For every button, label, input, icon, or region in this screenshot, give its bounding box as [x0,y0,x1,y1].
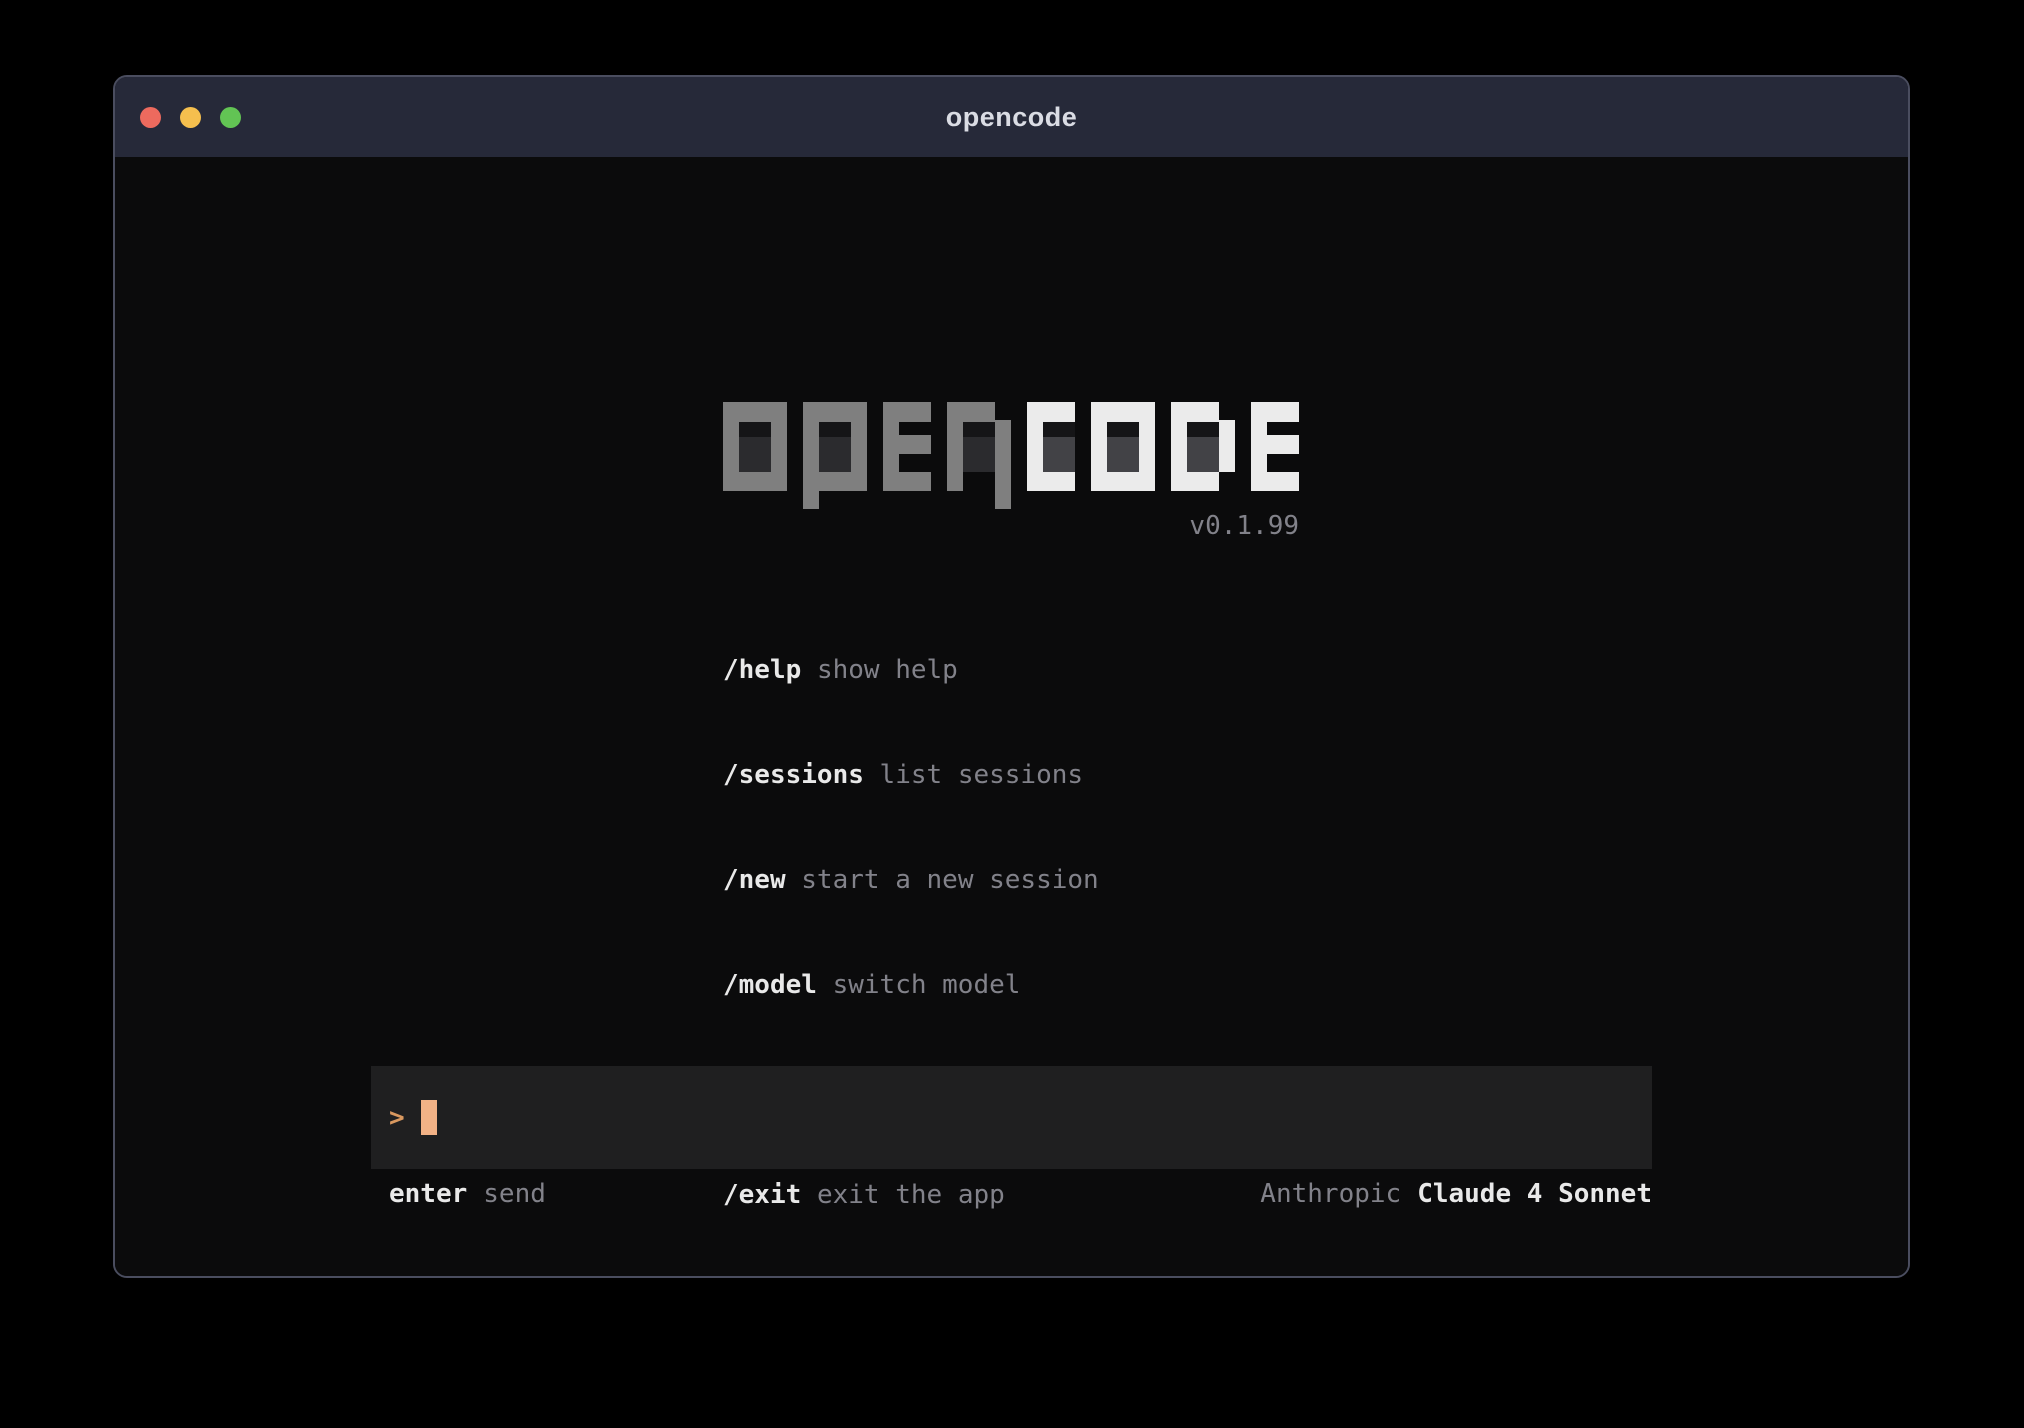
command-help-row: /new start a new session [723,863,1099,898]
zoom-button[interactable] [220,107,241,128]
command-desc: list sessions [880,760,1084,790]
logo-pixel [995,420,1011,509]
opencode-window: opencode v0.1.99 /help show help /sessio… [113,75,1910,1278]
keybind-key: enter [389,1179,467,1209]
logo-pixel [1267,435,1299,454]
close-button[interactable] [140,107,161,128]
model-indicator: Anthropic Claude 4 Sonnet [1260,1179,1652,1209]
command-desc: switch model [833,970,1021,1000]
status-bar: enter send Anthropic Claude 4 Sonnet [371,1179,1652,1209]
logo-pixel [739,437,771,472]
prompt-input[interactable]: > [371,1066,1652,1169]
command-desc: show help [817,655,958,685]
logo-pixel [739,422,771,437]
keybind-hint: enter send [389,1179,546,1209]
logo-pixel [947,402,963,491]
logo-pixel [1091,402,1107,491]
logo-pixel [723,402,739,491]
command-help-row: /model switch model [723,968,1099,1003]
command-help-row: /sessions list sessions [723,758,1099,793]
logo-pixel [899,435,931,454]
opencode-logo [723,402,1299,509]
prompt-chevron: > [389,1103,405,1133]
logo-pixel [1107,437,1139,472]
minimize-button[interactable] [180,107,201,128]
logo-pixel [1139,402,1155,491]
command-name: /new [723,865,786,895]
command-help-row: /help show help [723,653,1099,688]
command-name: /sessions [723,760,864,790]
text-cursor [421,1100,437,1135]
terminal-content: v0.1.99 /help show help /sessions list s… [115,157,1908,1276]
logo-pixel [1171,472,1219,491]
logo-pixel [851,402,867,491]
logo-pixel [963,422,995,437]
logo-pixel [1219,420,1235,472]
logo-pixel [963,437,995,472]
logo-pixel [1251,472,1299,491]
logo-pixel [819,437,851,472]
keybind-action: send [483,1179,546,1209]
window-title: opencode [946,102,1078,133]
logo-pixel [1187,422,1219,437]
logo-pixel [1043,437,1075,472]
logo-pixel [1107,422,1139,437]
command-name: /model [723,970,817,1000]
version-label: v0.1.99 [723,511,1299,541]
logo-pixel [1027,472,1075,491]
logo-pixel [771,402,787,491]
logo-pixel [819,422,851,437]
command-desc: start a new session [801,865,1098,895]
logo-pixel [1043,422,1075,437]
model-provider: Anthropic [1260,1179,1401,1209]
command-name: /help [723,655,801,685]
logo-pixel [1187,437,1219,472]
model-name: Claude 4 Sonnet [1417,1179,1652,1209]
traffic-lights [140,77,241,157]
titlebar: opencode [115,77,1908,157]
command-help-list: /help show help /sessions list sessions … [723,583,1099,1278]
logo-pixel [803,402,819,509]
logo-pixel [883,472,931,491]
